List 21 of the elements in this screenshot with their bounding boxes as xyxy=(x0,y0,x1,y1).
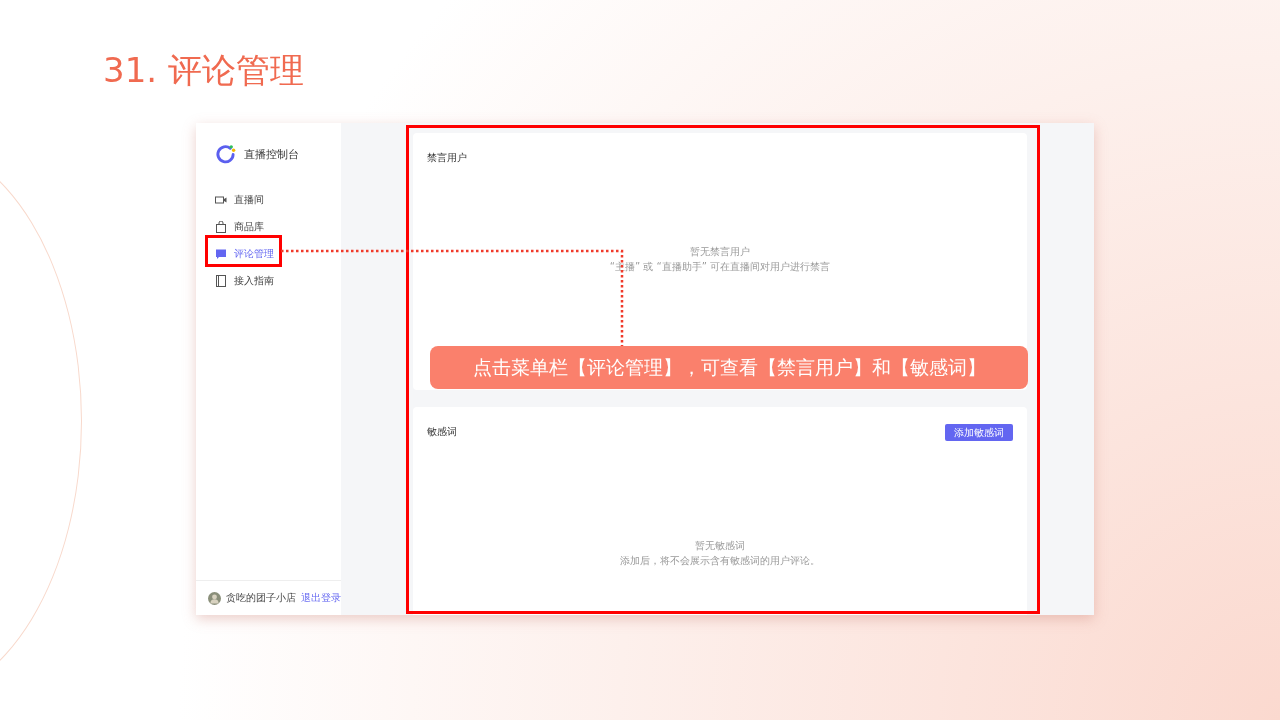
menu-item[interactable]: 评论管理 xyxy=(196,244,341,264)
shopping-bag-icon xyxy=(215,221,227,233)
video-camera-icon xyxy=(215,194,227,206)
empty-hint: 添加后，将不会展示含有敏感词的用户评论。 xyxy=(620,554,820,568)
card-title: 敏感词 xyxy=(427,425,457,439)
logout-link[interactable]: 退出登录 xyxy=(301,591,341,605)
menu-item[interactable]: 接入指南 xyxy=(196,271,341,291)
brand-name: 直播控制台 xyxy=(244,146,299,162)
slide-title: 31. 评论管理 xyxy=(103,49,305,92)
avatar-icon xyxy=(208,590,221,606)
callout-label: 点击菜单栏【评论管理】，可查看【禁言用户】和【敏感词】 xyxy=(430,346,1028,389)
menu-item[interactable]: 直播间 xyxy=(196,190,341,210)
logo-icon xyxy=(215,143,236,165)
menu-item[interactable]: 商品库 xyxy=(196,217,341,237)
user-name: 贪吃的团子小店 xyxy=(226,591,296,605)
card-title: 禁言用户 xyxy=(427,151,467,165)
book-icon xyxy=(215,275,227,287)
empty-title: 暂无敏感词 xyxy=(695,539,745,553)
chat-bubble-icon xyxy=(215,248,227,260)
empty-title: 暂无禁言用户 xyxy=(690,245,750,259)
add-button[interactable]: 添加敏感词 xyxy=(945,423,1013,441)
